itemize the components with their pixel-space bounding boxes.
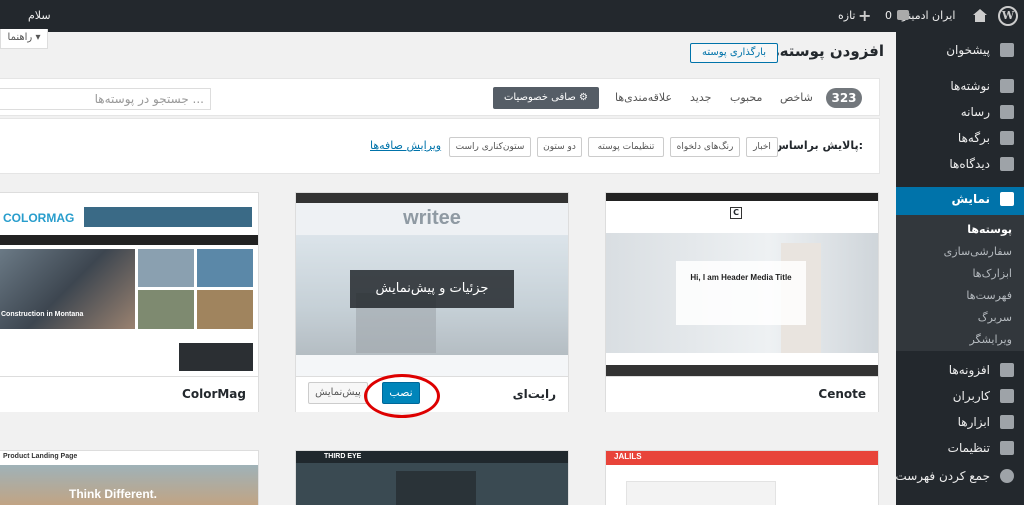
grid-image-2: [197, 249, 253, 287]
user-icon: [1000, 389, 1014, 403]
sidebar-item-users[interactable]: کاربران: [896, 384, 1024, 410]
greeting-link[interactable]: سلام: [28, 0, 51, 32]
collapse-icon: [1000, 469, 1014, 483]
theme-card-cenote[interactable]: C Hi, I am Header Media Title Cenote: [605, 192, 879, 412]
grid-image-1: [138, 249, 194, 287]
header-ad-banner: [84, 207, 252, 227]
wordpress-logo-icon[interactable]: W: [998, 6, 1018, 26]
sidebar-item-plugins[interactable]: افزونه‌ها: [896, 358, 1024, 384]
third-eye-hero: [396, 471, 476, 505]
admin-bar: W ایران ادمینز 0 تازه + سلام: [0, 0, 1024, 32]
grid-image-3: [138, 290, 194, 329]
sidebar-item-appearance[interactable]: نمایش: [888, 187, 1024, 215]
theme-name: ColorMag: [182, 387, 246, 401]
footer-ad-banner: [179, 343, 253, 371]
mini-footer: [606, 365, 878, 376]
filter-pill-news[interactable]: اخبار: [746, 137, 778, 157]
preview-button[interactable]: پیش‌نمایش: [308, 382, 368, 404]
mini-navbar: [296, 193, 568, 203]
sidebar-item-media[interactable]: رسانه: [896, 100, 1024, 126]
tab-popular[interactable]: محبوب: [730, 91, 762, 104]
cenote-logo-icon: C: [730, 207, 742, 219]
theme-card-colormag[interactable]: COLORMAG Construction in Montana ColorMa…: [0, 192, 259, 412]
page-icon: [1000, 131, 1014, 145]
edit-filters-link[interactable]: ویرایش صافه‌ها: [370, 139, 441, 152]
details-preview-overlay[interactable]: جزئیات و پیش‌نمایش: [350, 270, 514, 308]
theme-card-third-eye[interactable]: THIRD EYE: [295, 450, 569, 505]
gear-icon: ⚙: [579, 92, 588, 103]
comments-icon: [897, 10, 909, 20]
theme-search-input[interactable]: جستجو در پوسته‌ها ...: [0, 88, 211, 110]
theme-card-jalils[interactable]: JALILS: [605, 450, 879, 505]
submenu-header[interactable]: سربرگ: [978, 311, 1012, 324]
submenu-widgets[interactable]: ابزارک‌ها: [972, 267, 1012, 280]
new-content-link[interactable]: تازه: [838, 0, 856, 32]
appearance-submenu: پوسته‌ها سفارشی‌سازی ابزارک‌ها فهرست‌ها …: [896, 215, 1024, 351]
hero-title: Hi, I am Header Media Title: [690, 273, 792, 282]
tab-latest[interactable]: جدید: [690, 91, 711, 104]
filter-by-label: پالایش براساس:: [773, 139, 863, 152]
filter-by-panel: پالایش براساس: اخبار رنگ‌های دلخواه تنظی…: [0, 118, 880, 174]
theme-card-product-landing[interactable]: Product Landing Page Think Different.: [0, 450, 259, 505]
plug-icon: [1000, 363, 1014, 377]
theme-filter-bar: 323 شاخص محبوب جدید علاقه‌مندی‌ها صافی خ…: [0, 78, 880, 116]
theme-screenshot: COLORMAG Construction in Montana: [0, 193, 258, 376]
theme-screenshot: C Hi, I am Header Media Title: [606, 193, 878, 376]
submenu-menus[interactable]: فهرست‌ها: [966, 289, 1012, 302]
site-name-link[interactable]: ایران ادمینز: [902, 0, 955, 32]
plus-icon: +: [858, 6, 872, 25]
sidebar-item-tools[interactable]: ابزارها: [896, 410, 1024, 436]
feature-filter-button[interactable]: صافی خصوصیات ⚙: [493, 87, 599, 109]
sidebar-item-comments[interactable]: دیدگاه‌ها: [896, 152, 1024, 178]
mini-topbar: [606, 193, 878, 201]
sidebar-item-dashboard[interactable]: پیشخوان: [896, 38, 1024, 64]
sidebar-item-settings[interactable]: تنظیمات: [896, 436, 1024, 462]
comments-count[interactable]: 0: [885, 0, 892, 32]
comment-icon: [1000, 157, 1014, 171]
admin-sidebar: پیشخوان نوشته‌ها رسانه برگه‌ها دیدگاه‌ها…: [888, 32, 1024, 505]
jalils-header: [606, 451, 878, 465]
highlight-circle: [364, 374, 440, 418]
collapse-menu[interactable]: جمع کردن فهرست: [895, 464, 1024, 490]
filter-pill-custom-colors[interactable]: رنگ‌های دلخواه: [670, 137, 740, 157]
grid-image-4: [197, 290, 253, 329]
home-icon: [973, 9, 987, 22]
filter-pill-right-sidebar[interactable]: ستون‌کناری راست: [449, 137, 531, 157]
theme-name: رایت‌ای: [512, 387, 556, 401]
hero-text-box: [676, 261, 806, 325]
colormag-logo: COLORMAG: [3, 211, 75, 225]
sidebar-item-pages[interactable]: برگه‌ها: [896, 126, 1024, 152]
filter-pill-two-columns[interactable]: دو ستون: [537, 137, 582, 157]
tab-featured[interactable]: شاخص: [780, 91, 813, 104]
help-tab[interactable]: راهنما ▾: [0, 29, 48, 49]
third-eye-logo: THIRD EYE: [324, 453, 362, 460]
landing-tagline: Think Different.: [69, 487, 158, 501]
jalils-logo: JALILS: [614, 452, 642, 461]
theme-name: Cenote: [818, 387, 866, 401]
tab-favorites[interactable]: علاقه‌مندی‌ها: [615, 91, 672, 104]
filter-pill-theme-options[interactable]: تنظیمات پوسته: [588, 137, 664, 157]
submenu-editor[interactable]: ویرایشگر: [969, 333, 1012, 346]
brush-icon: [1000, 192, 1014, 206]
pin-icon: [1000, 79, 1014, 93]
colormag-menu-bar: [0, 235, 258, 245]
sidebar-item-posts[interactable]: نوشته‌ها: [896, 74, 1024, 100]
submenu-customize[interactable]: سفارشی‌سازی: [944, 245, 1012, 258]
settings-icon: [1000, 441, 1014, 455]
dashboard-icon: [1000, 43, 1014, 57]
theme-count-badge: 323: [826, 88, 862, 108]
upload-theme-button[interactable]: بارگذاری پوسته: [690, 43, 778, 63]
current-arrow: [888, 193, 896, 209]
featured-headline: Construction in Montana: [1, 311, 84, 318]
writee-logo: writee: [403, 207, 461, 229]
page-title: افزودن پوسته‌ها: [763, 42, 884, 60]
jalils-post-box: [626, 481, 776, 505]
landing-page-title: Product Landing Page: [3, 453, 78, 460]
media-icon: [1000, 105, 1014, 119]
wrench-icon: [1000, 415, 1014, 429]
submenu-themes[interactable]: پوسته‌ها: [967, 223, 1012, 236]
